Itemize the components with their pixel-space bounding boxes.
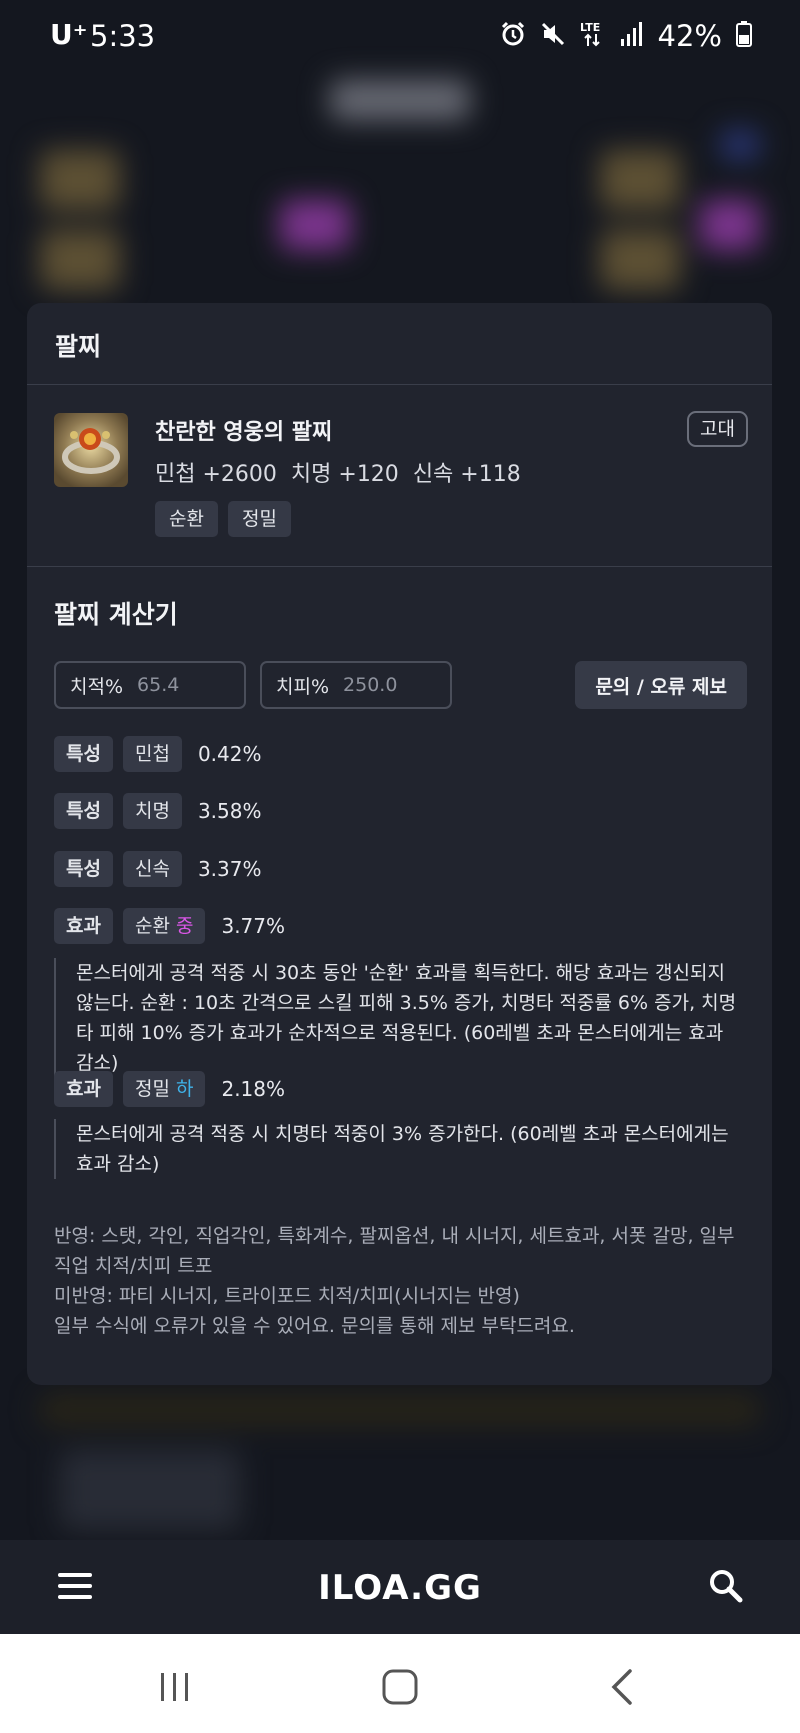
item-stat-swiftness: 신속 +118 bbox=[412, 462, 521, 487]
crit-damage-field[interactable]: 치피% bbox=[260, 661, 452, 709]
item-tags: 순환 정밀 bbox=[155, 501, 291, 537]
effect-description: 몬스터에게 공격 적중 시 30초 동안 '순환' 효과를 획득한다. 해당 효… bbox=[54, 958, 744, 1078]
system-nav-bar bbox=[0, 1634, 800, 1733]
unreflected-note: 미반영: 파티 시너지, 트라이포드 치적/치피(시너지는 반영) bbox=[54, 1285, 520, 1307]
trait-row: 특성 민첩 0.42% bbox=[54, 736, 261, 772]
effect-name-chip: 순환 중 bbox=[122, 908, 206, 944]
battery-icon bbox=[736, 21, 752, 51]
effect-percent: 2.18% bbox=[221, 1077, 286, 1101]
effect-type-chip: 효과 bbox=[54, 908, 113, 944]
trait-row: 특성 신속 3.37% bbox=[54, 851, 261, 887]
bracelet-modal: 팔찌 찬란한 영웅의 팔찌 민첩 +2600 치명 +120 신속 +118 고… bbox=[27, 303, 772, 1385]
bracelet-item-icon bbox=[54, 413, 128, 487]
item-stat-agility: 민첩 +2600 bbox=[155, 462, 277, 487]
status-clock: 5:33 bbox=[90, 19, 156, 53]
trait-name-chip: 민첩 bbox=[122, 736, 182, 772]
disclaimer-note: 일부 수식에 오류가 있을 수 있어요. 문의를 통해 제보 부탁드려요. bbox=[54, 1315, 575, 1337]
site-logo[interactable]: ILOA.GG bbox=[0, 1568, 800, 1608]
effect-name: 순환 bbox=[134, 915, 170, 937]
reflected-note: 반영: 스탯, 각인, 직업각인, 특화계수, 팔찌옵션, 내 시너지, 세트효… bbox=[54, 1225, 735, 1277]
trait-percent: 3.37% bbox=[197, 857, 262, 881]
item-stats: 민첩 +2600 치명 +120 신속 +118 bbox=[155, 456, 521, 488]
trait-percent: 3.58% bbox=[197, 799, 262, 823]
recents-icon[interactable] bbox=[158, 1670, 192, 1708]
crit-damage-input[interactable] bbox=[343, 674, 444, 696]
trait-type-chip: 특성 bbox=[54, 736, 113, 772]
trait-type-chip: 특성 bbox=[54, 793, 113, 829]
alarm-icon bbox=[500, 21, 526, 51]
effect-name-chip: 정밀 하 bbox=[122, 1071, 206, 1107]
mute-icon bbox=[540, 21, 566, 51]
report-error-button[interactable]: 문의 / 오류 제보 bbox=[575, 661, 747, 709]
trait-percent: 0.42% bbox=[197, 742, 262, 766]
status-bar: U⁺ 5:33 LTE 42% bbox=[0, 0, 800, 72]
battery-percent: 42% bbox=[657, 19, 722, 53]
item-stat-crit: 치명 +120 bbox=[290, 462, 399, 487]
item-grade-badge: 고대 bbox=[687, 411, 748, 447]
calculator-title: 팔찌 계산기 bbox=[54, 600, 178, 629]
effect-name: 정밀 bbox=[134, 1078, 170, 1100]
effect-level: 하 bbox=[175, 1078, 194, 1100]
effect-row: 효과 순환 중 3.77% bbox=[54, 908, 285, 944]
effect-type-chip: 효과 bbox=[54, 1071, 113, 1107]
effect-level: 중 bbox=[175, 915, 194, 937]
trait-row: 특성 치명 3.58% bbox=[54, 793, 261, 829]
item-tag: 순환 bbox=[155, 501, 218, 537]
crit-damage-label: 치피% bbox=[276, 675, 330, 698]
effect-percent: 3.77% bbox=[221, 914, 286, 938]
lte-icon: LTE bbox=[580, 20, 606, 52]
item-name: 찬란한 영웅의 팔찌 bbox=[155, 420, 333, 445]
modal-title: 팔찌 bbox=[55, 332, 102, 361]
modal-header: 팔찌 bbox=[27, 303, 772, 385]
carrier-label: U⁺ bbox=[50, 18, 88, 51]
home-icon[interactable] bbox=[381, 1668, 419, 1710]
search-icon[interactable] bbox=[708, 1568, 744, 1608]
trait-type-chip: 특성 bbox=[54, 851, 113, 887]
back-icon[interactable] bbox=[610, 1668, 634, 1710]
effect-description: 몬스터에게 공격 적중 시 치명타 적중이 3% 증가한다. (60레벨 초과 … bbox=[54, 1119, 744, 1179]
effect-row: 효과 정밀 하 2.18% bbox=[54, 1071, 285, 1107]
svg-text:LTE: LTE bbox=[580, 21, 600, 34]
crit-rate-input[interactable] bbox=[137, 674, 238, 696]
bottom-app-bar: ILOA.GG bbox=[0, 1540, 800, 1634]
crit-rate-field[interactable]: 치적% bbox=[54, 661, 246, 709]
item-tag: 정밀 bbox=[227, 501, 291, 537]
status-icons: LTE 42% bbox=[500, 18, 752, 54]
trait-name-chip: 신속 bbox=[122, 851, 182, 887]
crit-rate-label: 치적% bbox=[70, 675, 124, 698]
signal-icon bbox=[620, 21, 644, 51]
trait-name-chip: 치명 bbox=[122, 793, 182, 829]
